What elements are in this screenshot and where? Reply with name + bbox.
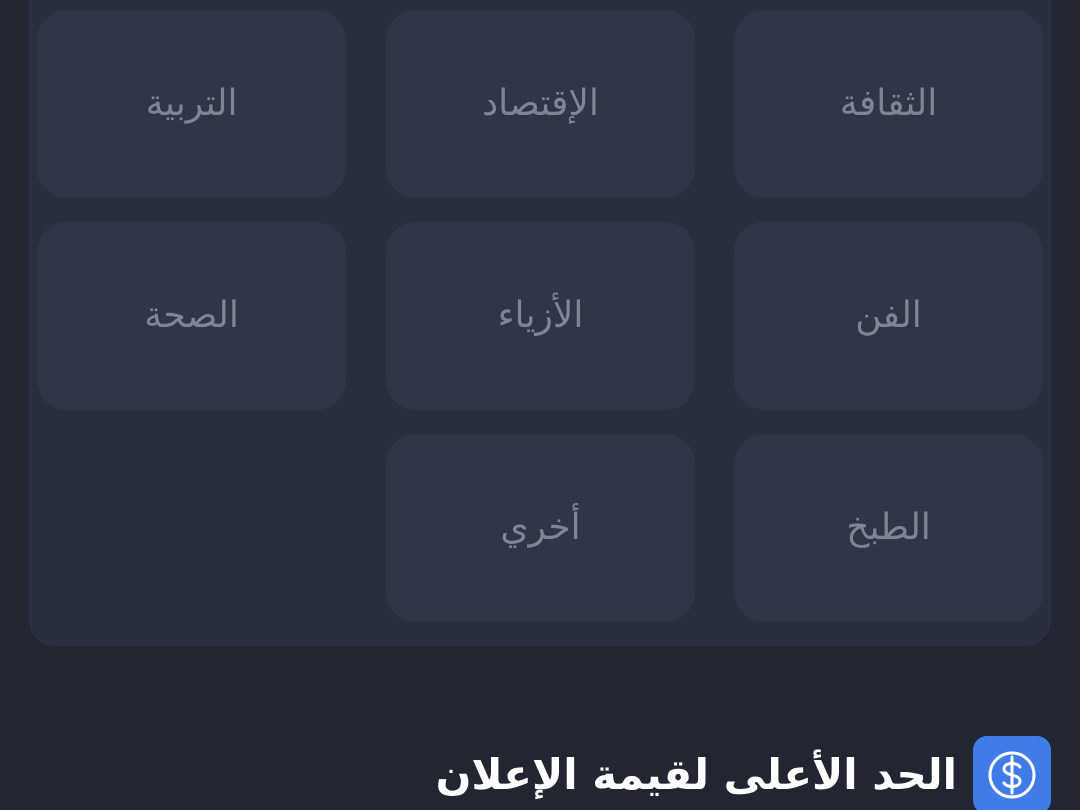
category-label: أخري xyxy=(500,507,581,548)
category-label: التربية xyxy=(145,83,238,124)
category-label: الإقتصاد xyxy=(482,83,599,124)
category-economy[interactable]: الإقتصاد xyxy=(386,10,695,198)
category-label: الأزياء xyxy=(497,295,584,336)
category-art[interactable]: الفن xyxy=(734,222,1043,410)
category-education[interactable]: التربية xyxy=(37,10,346,198)
category-culture[interactable]: الثقافة xyxy=(734,10,1043,198)
section-title: الحد الأعلى لقيمة الإعلان xyxy=(435,749,957,799)
category-cooking[interactable]: الطبخ xyxy=(734,434,1043,622)
category-health[interactable]: الصحة xyxy=(37,222,346,410)
category-label: الفن xyxy=(855,295,922,336)
category-label: الثقافة xyxy=(839,83,938,124)
screen: الثقافة الإقتصاد التربية الفن الأزياء ال… xyxy=(0,0,1080,810)
category-label: الصحة xyxy=(144,295,239,336)
max-ad-value-header: الحد الأعلى لقيمة الإعلان xyxy=(436,736,1051,810)
category-fashion[interactable]: الأزياء xyxy=(386,222,695,410)
category-other[interactable]: أخري xyxy=(386,434,695,622)
category-label: الطبخ xyxy=(846,507,931,548)
dollar-icon xyxy=(973,736,1051,810)
